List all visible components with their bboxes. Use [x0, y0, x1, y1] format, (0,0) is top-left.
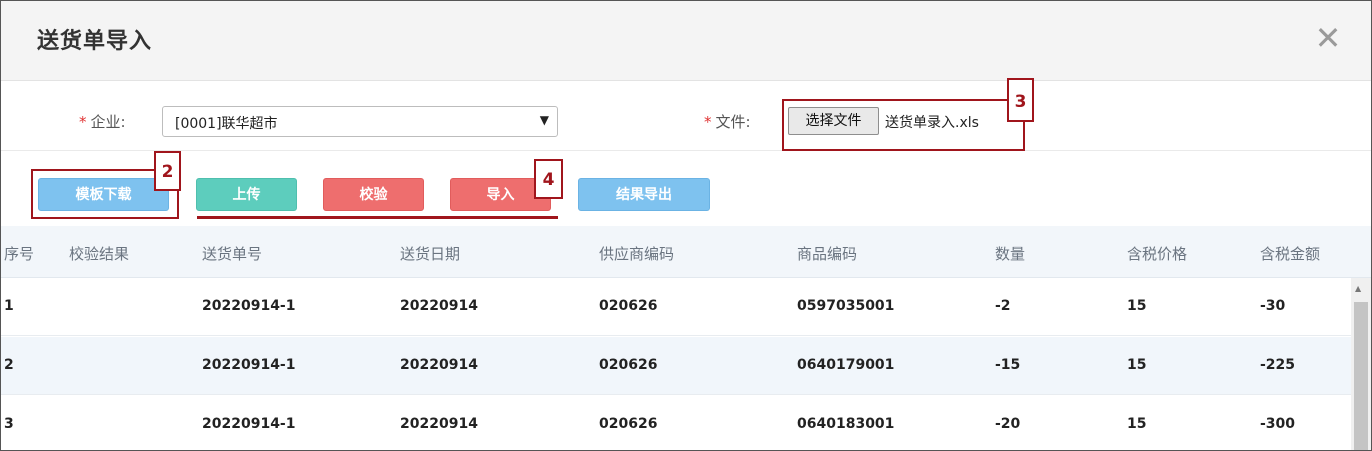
upload-button[interactable]: 上传 — [196, 178, 297, 211]
scrollbar-thumb[interactable] — [1354, 302, 1368, 450]
table-cell: 20220914-1 — [202, 298, 296, 314]
table-cell: 0640179001 — [797, 357, 895, 373]
required-mark: * — [704, 113, 712, 131]
annotation-number-2: 2 — [154, 151, 181, 191]
table-cell: -300 — [1260, 416, 1296, 432]
table-cell: 20220914 — [400, 416, 478, 432]
column-header: 含税价格 — [1127, 245, 1188, 263]
table-cell: 1 — [4, 298, 14, 314]
annotation-number-4: 4 — [534, 159, 563, 199]
table-cell: -30 — [1260, 298, 1286, 314]
table-row[interactable]: 2 20220914-1 20220914 020626 0640179001 … — [1, 337, 1351, 395]
scroll-up-icon[interactable]: ▲ — [1355, 284, 1361, 293]
table-cell: 0640183001 — [797, 416, 895, 432]
required-mark: * — [79, 113, 87, 131]
table-cell: -225 — [1260, 357, 1296, 373]
column-header: 供应商编码 — [599, 245, 675, 263]
table-row[interactable]: 1 20220914-1 20220914 020626 0597035001 … — [1, 278, 1351, 336]
file-label: * 文件: — [704, 113, 751, 131]
table-cell: 15 — [1127, 298, 1147, 314]
table-cell: 15 — [1127, 357, 1147, 373]
company-select[interactable]: [0001]联华超市 ▼ — [162, 106, 558, 137]
data-table: 序号 校验结果 送货单号 送货日期 供应商编码 商品编码 数量 含税价格 含税金… — [1, 226, 1371, 450]
import-dialog: 送货单导入 ✕ * 企业: [0001]联华超市 ▼ * 文件: 选择文件 送货单录… — [0, 0, 1372, 451]
table-row[interactable]: 3 20220914-1 20220914 020626 0640183001 … — [1, 396, 1351, 450]
export-results-button[interactable]: 结果导出 — [578, 178, 710, 211]
column-header: 送货日期 — [400, 245, 461, 263]
column-header: 送货单号 — [202, 245, 263, 263]
table-cell: -20 — [995, 416, 1021, 432]
column-header: 含税金额 — [1260, 245, 1321, 263]
company-select-value: [0001]联华超市 — [175, 116, 278, 132]
table-cell: -2 — [995, 298, 1011, 314]
vertical-scrollbar[interactable]: ▲ — [1351, 278, 1371, 450]
column-header: 序号 — [4, 245, 35, 263]
table-cell: 020626 — [599, 298, 658, 314]
table-cell: 15 — [1127, 416, 1147, 432]
table-cell: 3 — [4, 416, 14, 432]
dialog-title: 送货单导入 — [37, 29, 153, 54]
table-cell: 20220914 — [400, 357, 478, 373]
column-header: 校验结果 — [69, 245, 130, 263]
table-cell: 0597035001 — [797, 298, 895, 314]
table-cell: 20220914 — [400, 298, 478, 314]
column-header: 商品编码 — [797, 245, 858, 263]
table-header: 序号 校验结果 送货单号 送货日期 供应商编码 商品编码 数量 含税价格 含税金… — [1, 226, 1371, 278]
form-row: * 企业: [0001]联华超市 ▼ * 文件: 选择文件 送货单录入.xls — [1, 81, 1371, 151]
annotation-number-3: 3 — [1007, 78, 1034, 122]
annotation-underline — [197, 216, 558, 219]
table-cell: 020626 — [599, 357, 658, 373]
table-cell: -15 — [995, 357, 1021, 373]
validate-button[interactable]: 校验 — [323, 178, 424, 211]
table-cell: 020626 — [599, 416, 658, 432]
dialog-header: 送货单导入 ✕ — [1, 1, 1371, 81]
chevron-down-icon: ▼ — [539, 113, 549, 127]
table-cell: 20220914-1 — [202, 357, 296, 373]
table-cell: 2 — [4, 357, 14, 373]
column-header: 数量 — [995, 245, 1026, 263]
close-icon[interactable]: ✕ — [1313, 21, 1343, 55]
annotation-box-file — [782, 99, 1025, 151]
company-label: * 企业: — [79, 113, 126, 131]
table-cell: 20220914-1 — [202, 416, 296, 432]
